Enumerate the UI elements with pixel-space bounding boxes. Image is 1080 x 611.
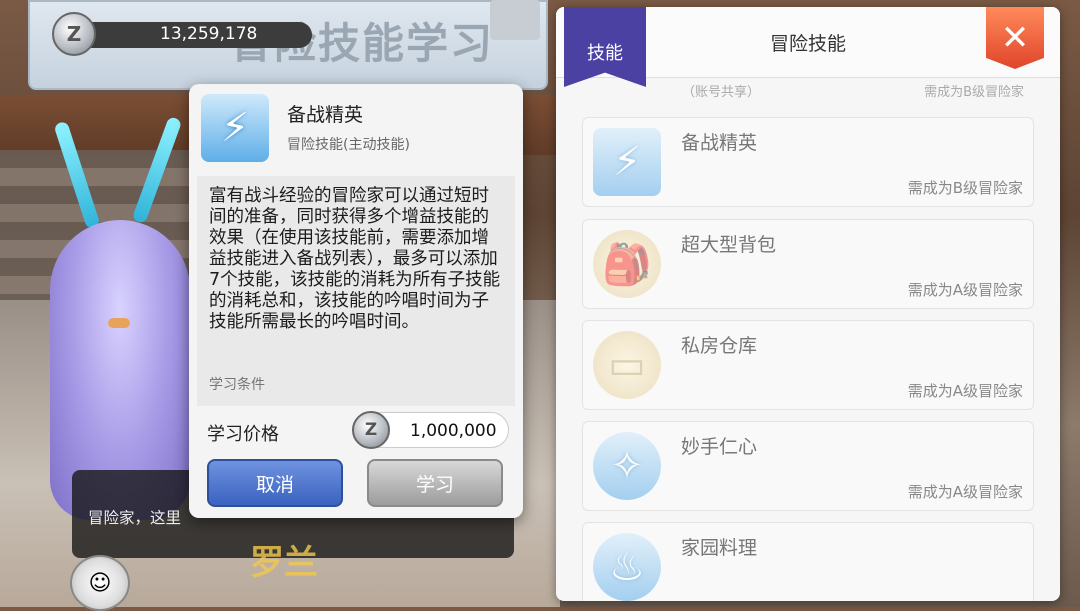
skill-card-requirement: 需成为A级冒险家 — [907, 281, 1023, 299]
player-character[interactable] — [30, 115, 210, 520]
skills-tab-label: 技能 — [587, 43, 623, 64]
hair-band — [108, 318, 130, 328]
npc-dialog-text: 冒险家，这里 — [88, 509, 182, 527]
skill-card[interactable]: ⚡ 备战精英 需成为B级冒险家 — [582, 117, 1034, 207]
skill-card-requirement: 需成为B级冒险家 — [907, 179, 1023, 197]
banner-decoration — [490, 0, 540, 40]
npc-name-label: 罗兰 — [250, 543, 318, 583]
learning-price-label: 学习价格 — [207, 424, 279, 445]
adventure-skills-panel: 冒险技能 技能 ✕ （账号共享） 需成为B级冒险家 ⚡ 备战精英 需成为B级冒险… — [556, 7, 1060, 601]
home-cooking-icon: ♨ — [593, 533, 661, 601]
skill-card[interactable]: ♨ 家园料理 — [582, 522, 1034, 601]
skill-description: 富有战斗经验的冒险家可以通过短时间的准备，同时获得多个增益技能的效果（在使用该技… — [197, 176, 515, 406]
skill-card[interactable]: ✧ 妙手仁心 需成为A级冒险家 — [582, 421, 1034, 511]
list-item-requirement: 需成为B级冒险家 — [924, 85, 1024, 100]
learning-condition-label: 学习条件 — [209, 377, 265, 393]
price-value: 1,000,000 — [410, 421, 497, 441]
learn-button[interactable]: 学习 — [367, 459, 503, 507]
skill-name: 备战精英 — [287, 104, 364, 126]
currency-display: Z 13,259,178 — [52, 12, 312, 56]
skill-detail-popup: ⚡ 备战精英 冒险技能(主动技能) 富有战斗经验的冒险家可以通过短时间的准备，同… — [189, 84, 523, 518]
skill-card[interactable]: 🎒 超大型背包 需成为A级冒险家 — [582, 219, 1034, 309]
backpack-icon: 🎒 — [593, 230, 661, 298]
battle-ready-icon: ⚡ — [593, 128, 661, 196]
price-field: Z 1,000,000 — [352, 411, 509, 449]
skill-type: 冒险技能(主动技能) — [287, 137, 410, 153]
list-item-partial[interactable]: （账号共享） 需成为B级冒险家 — [582, 79, 1034, 103]
skill-card[interactable]: ▭ 私房仓库 需成为A级冒险家 — [582, 320, 1034, 410]
list-item-note: （账号共享） — [682, 85, 761, 100]
skill-card-name: 备战精英 — [681, 132, 758, 154]
zeny-coin-icon: Z — [352, 411, 390, 449]
healing-hand-icon: ✧ — [593, 432, 661, 500]
cancel-button[interactable]: 取消 — [207, 459, 343, 507]
battle-ready-icon: ⚡ — [201, 94, 269, 162]
storage-icon: ▭ — [593, 331, 661, 399]
currency-amount: 13,259,178 — [160, 24, 258, 44]
skill-card-name: 妙手仁心 — [681, 436, 758, 458]
skill-card-name: 家园料理 — [681, 537, 758, 559]
skill-card-name: 私房仓库 — [681, 335, 758, 357]
skill-card-requirement: 需成为A级冒险家 — [907, 483, 1023, 501]
close-button[interactable]: ✕ — [986, 7, 1044, 69]
chat-avatar-icon[interactable]: ☺ — [70, 555, 130, 611]
skill-card-name: 超大型背包 — [681, 234, 777, 256]
zeny-coin-icon: Z — [52, 12, 96, 56]
skill-card-requirement: 需成为A级冒险家 — [907, 382, 1023, 400]
